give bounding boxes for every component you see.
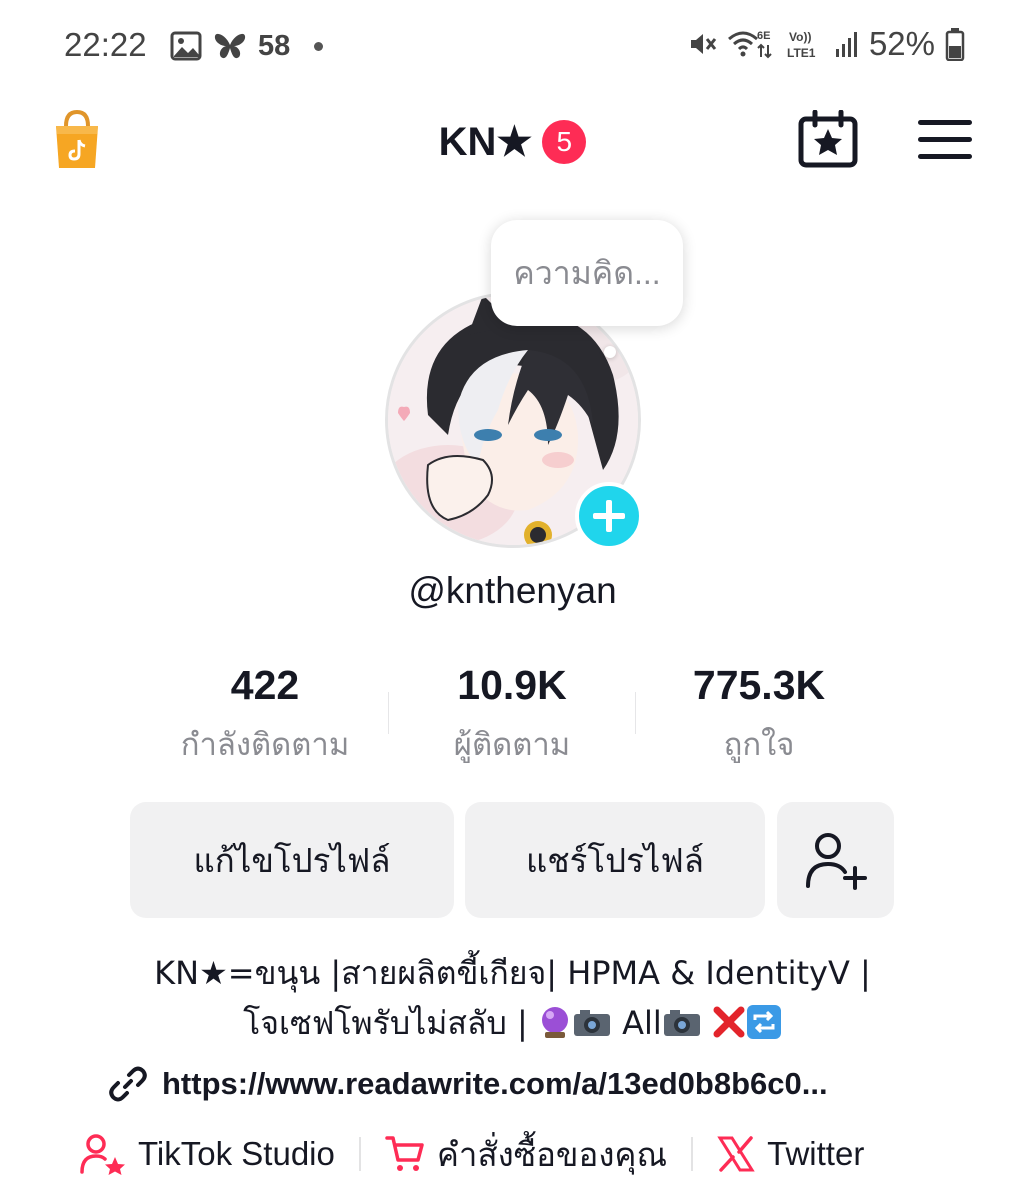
bio-line-1: KN★=ขนุน |สายผลิตขี้เกียจ| HPMA & Identi… (154, 954, 871, 992)
status-time: 22:22 (64, 26, 147, 63)
stat-followers-label: ผู้ติดตาม (453, 727, 571, 763)
bio-line-2: โจเซฟโพรับไม่สลับ | All (0, 998, 1025, 1048)
svg-text:Vo)): Vo)) (789, 30, 811, 44)
butterfly-icon (214, 33, 246, 59)
cross-mark-emoji (713, 1006, 745, 1038)
profile-handle: @knthenyan (408, 570, 617, 611)
cart-icon (385, 1136, 424, 1171)
x-logo-icon (717, 1136, 755, 1172)
notification-count: 58 (258, 29, 291, 62)
notification-badge: 5 (542, 120, 587, 164)
thought-bubble-tail (604, 346, 616, 358)
stat-followers[interactable]: 10.9K ผู้ติดตาม (387, 662, 637, 769)
add-friend-button[interactable] (777, 802, 894, 918)
stat-followers-value: 10.9K (457, 662, 567, 708)
your-orders-link[interactable]: คำสั่งซื้อของคุณ (385, 1128, 667, 1181)
volte-icon: Vo)) LTE1 (787, 30, 816, 60)
add-user-icon (805, 833, 867, 890)
bio-line-2-text: โจเซฟโพรับไม่สลับ | (243, 1004, 538, 1042)
more-notifications-dot (314, 41, 324, 51)
share-profile-button[interactable]: แชร์โปรไฟล์ (465, 802, 765, 918)
add-story-button[interactable] (575, 482, 643, 550)
calendar-star-icon[interactable] (798, 109, 858, 168)
camera-emoji (573, 1010, 610, 1036)
battery-percent: 52% (868, 25, 935, 62)
profile-link-text: https://www.readawrite.com/a/13ed0b8b6c0… (162, 1066, 828, 1101)
bio-line-2-all: All (611, 1004, 662, 1042)
status-bar: 22:22 58 6E Vo)) LTE1 52% (0, 0, 1025, 92)
stat-likes-value: 775.3K (692, 662, 826, 708)
profile-link[interactable]: https://www.readawrite.com/a/13ed0b8b6c0… (108, 1060, 828, 1108)
bio-line-2-space (702, 1004, 712, 1042)
profile-title-bar[interactable]: KN★ 5 (0, 112, 1025, 172)
stat-likes[interactable]: 775.3K ถูกใจ (634, 662, 884, 769)
menu-icon[interactable] (918, 118, 972, 162)
tiktok-studio-label: TikTok Studio (138, 1135, 335, 1172)
link-icon (109, 1066, 147, 1102)
twitter-label: Twitter (767, 1135, 865, 1172)
repeat-emoji (746, 1005, 781, 1039)
thought-bubble[interactable]: ความคิด... (491, 220, 683, 326)
studio-user-star-icon (80, 1134, 125, 1175)
your-orders-label: คำสั่งซื้อของคุณ (436, 1134, 668, 1174)
stat-likes-label: ถูกใจ (723, 727, 795, 763)
svg-text:6E: 6E (757, 30, 770, 42)
tiktok-studio-link[interactable]: TikTok Studio (80, 1133, 335, 1175)
profile-shortcuts: TikTok Studio คำสั่งซื้อของคุณ Twitter (80, 1126, 864, 1182)
stat-following-value: 422 (230, 662, 300, 708)
twitter-link[interactable]: Twitter (717, 1135, 864, 1173)
mute-icon (690, 34, 717, 54)
profile-bio: KN★=ขนุน |สายผลิตขี้เกียจ| HPMA & Identi… (0, 948, 1025, 1048)
status-right-icons: 6E Vo)) LTE1 52% (685, 24, 965, 64)
stat-following[interactable]: 422 กำลังติดตาม (140, 662, 390, 769)
battery-icon (945, 28, 965, 61)
shortcut-divider (691, 1137, 694, 1171)
status-left-icons: 58 (170, 28, 324, 64)
camera-emoji (663, 1010, 700, 1036)
signal-icon (835, 32, 857, 57)
stat-following-label: กำลังติดตาม (180, 727, 350, 763)
profile-stats: 422 กำลังติดตาม 10.9K ผู้ติดตาม 775.3K ถ… (140, 662, 885, 772)
gallery-icon (170, 31, 202, 61)
profile-title: KN★ (438, 120, 533, 164)
shortcut-divider (358, 1137, 361, 1171)
wifi-6e-icon: 6E (727, 30, 772, 59)
crystal-ball-emoji (541, 1007, 568, 1038)
edit-profile-button[interactable]: แก้ไขโปรไฟล์ (130, 802, 454, 918)
svg-text:LTE1: LTE1 (787, 46, 816, 60)
